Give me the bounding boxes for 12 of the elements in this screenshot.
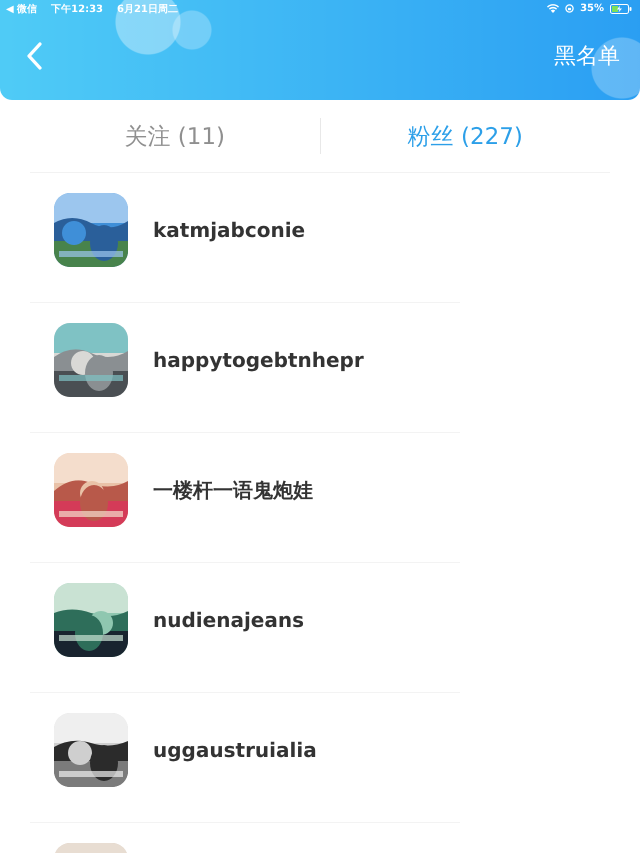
user-name[interactable]: happytogebtnhepr (153, 323, 364, 397)
user-name[interactable]: uggaustruialia (153, 713, 317, 787)
back-button[interactable] (26, 42, 42, 70)
battery-percent: 35% (580, 3, 604, 14)
lock-rotation-icon (565, 4, 574, 13)
time-label: 下午12:33 (51, 2, 104, 16)
date-label: 6月21日周二 (117, 2, 178, 16)
user-name[interactable]: katmjabconie (153, 193, 306, 267)
user-name[interactable]: 一楼杆一语鬼炮娃 (153, 453, 313, 527)
battery-charging-icon (610, 4, 632, 14)
wifi-icon (547, 4, 560, 13)
user-name[interactable]: nudienajeans (153, 583, 304, 657)
